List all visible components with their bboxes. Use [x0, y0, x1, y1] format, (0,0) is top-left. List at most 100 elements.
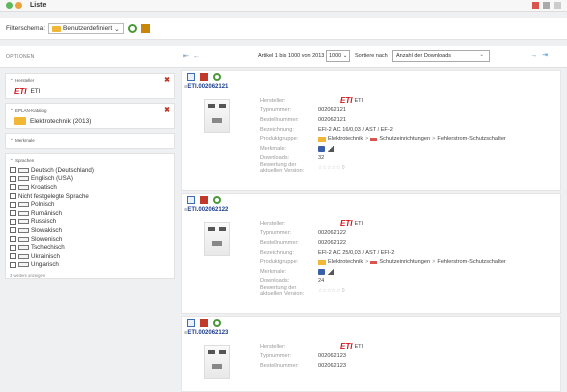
product-id[interactable]: ⊞ETI.002062122	[184, 207, 228, 213]
order-number-value: 002062121	[318, 116, 346, 123]
window-title: Liste	[30, 2, 47, 9]
breadcrumb-item[interactable]: Fehlerstrom-Schutzschalter	[437, 136, 505, 142]
remove-filter-icon[interactable]: ✖	[164, 76, 170, 84]
language-item[interactable]: Russisch	[10, 218, 170, 227]
manufacturer-value: ETI	[354, 220, 364, 227]
checkbox[interactable]	[10, 218, 16, 225]
save-filter-icon[interactable]	[140, 24, 150, 33]
close-icon[interactable]	[532, 2, 539, 9]
page-size-value: 1000	[329, 53, 342, 59]
facet-value[interactable]: ETI	[30, 88, 40, 95]
home-icon[interactable]	[15, 2, 22, 9]
details-icon[interactable]	[187, 319, 195, 327]
field-label: Downloads:	[260, 155, 290, 162]
flag-icon	[18, 202, 29, 208]
checkbox[interactable]	[10, 227, 16, 234]
sort-value: Anzahl der Downloads	[396, 53, 452, 59]
language-item[interactable]: Nicht festgelegte Sprache	[10, 192, 170, 201]
status-icon	[6, 2, 13, 9]
breadcrumb-item[interactable]: Schutzeinrichtungen	[379, 136, 430, 142]
facet-languages: ⌃ Sprachen Deutsch (Deutschland) Englisch…	[5, 153, 175, 280]
language-item[interactable]: Kroatisch	[10, 183, 170, 192]
flag-icon	[18, 262, 29, 268]
refresh-icon[interactable]	[213, 196, 221, 204]
field-label: Downloads:	[260, 278, 290, 285]
next-last-nav-icon[interactable]: →⇥	[530, 51, 553, 59]
field-label: Typnummer:	[260, 353, 292, 360]
article-range: Artikel 1 bis 1000 von 2013	[258, 53, 325, 59]
language-item[interactable]: Deutsch (Deutschland)	[10, 166, 170, 175]
details-icon[interactable]	[187, 196, 195, 204]
language-label: Rumänisch	[31, 209, 62, 217]
list-header: OPTIONEN ⇤← Artikel 1 bis 1000 von 2013 …	[0, 46, 567, 68]
facet-value[interactable]: Elektrotechnik (2013)	[30, 118, 91, 125]
language-item[interactable]: Tschechisch	[10, 243, 170, 252]
eti-logo: ETI	[340, 219, 353, 229]
eti-logo: ETI	[340, 96, 353, 106]
refresh-icon[interactable]	[213, 73, 221, 81]
rating-stars[interactable]: ☆☆☆☆☆ 0	[318, 165, 345, 171]
breadcrumb-item[interactable]: Fehlerstrom-Schutzschalter	[437, 259, 505, 265]
macro-icon[interactable]	[200, 73, 208, 81]
title-bar: Liste	[0, 0, 567, 12]
language-item[interactable]: Rumänisch	[10, 209, 170, 218]
checkbox[interactable]	[10, 253, 16, 260]
breadcrumb-item[interactable]: Schutzeinrichtungen	[379, 259, 430, 265]
flag-icon	[18, 253, 29, 259]
type-number-value: 002062122	[318, 230, 346, 237]
field-label: Bestellnummer:	[260, 362, 299, 369]
facet-features[interactable]: ⌃ Merkmale	[5, 133, 175, 149]
language-item[interactable]: Englisch (USA)	[10, 175, 170, 184]
breadcrumb-item[interactable]: Elektrotechnik	[328, 136, 363, 142]
field-label: Produktgruppe:	[260, 136, 299, 143]
language-item[interactable]: Ungarisch	[10, 261, 170, 270]
checkbox[interactable]	[10, 261, 16, 268]
language-item[interactable]: Slowakisch	[10, 226, 170, 235]
designation-value: EFI-2 AC 16/0,03 / AST / EF-2	[318, 126, 393, 133]
facet-title: ⌃ Merkmale	[10, 138, 35, 143]
details-icon[interactable]	[187, 73, 195, 81]
language-label: Kroatisch	[31, 183, 57, 191]
product-id[interactable]: ⊞ETI.002062123	[184, 330, 228, 336]
folder-icon	[52, 25, 62, 32]
checkbox[interactable]	[10, 201, 16, 208]
filter-schema-label: Filterschema:	[6, 25, 46, 32]
checkbox[interactable]	[10, 210, 16, 217]
chart-icon	[327, 145, 334, 152]
first-prev-nav-icon[interactable]: ⇤←	[183, 52, 204, 60]
restore-icon[interactable]	[554, 2, 561, 9]
product-id[interactable]: ⊞ETI.002062121	[184, 84, 228, 90]
filter-schema-select[interactable]: Benutzerdefiniert ⌄	[48, 23, 124, 34]
refresh-icon[interactable]	[213, 319, 221, 327]
checkbox[interactable]	[10, 236, 16, 243]
checkbox[interactable]	[10, 193, 16, 200]
breadcrumb-item[interactable]: Elektrotechnik	[328, 259, 363, 265]
flag-icon	[18, 210, 29, 216]
language-item[interactable]: Polnisch	[10, 200, 170, 209]
facet-manufacturer: ⌃ Hersteller ✖ ETI ETI	[5, 73, 175, 99]
checkbox[interactable]	[10, 175, 16, 182]
macro-icon[interactable]	[200, 196, 208, 204]
filter-sidebar: ⌃ Hersteller ✖ ETI ETI ⌃ EPLAN-Katalog ✖…	[0, 70, 180, 392]
remove-filter-icon[interactable]: ✖	[164, 106, 170, 114]
category-icon	[370, 260, 378, 264]
maximize-icon[interactable]	[543, 2, 550, 9]
show-more-link[interactable]: 3 weitere anzeigen	[6, 273, 174, 278]
sort-select[interactable]: Anzahl der Downloads ⌄	[392, 50, 490, 62]
folder-icon	[14, 117, 26, 125]
page-size-select[interactable]: 1000 ⌄	[326, 50, 351, 62]
rating-stars[interactable]: ☆☆☆☆☆ 0	[318, 288, 345, 294]
checkbox[interactable]	[10, 167, 16, 174]
language-item[interactable]: Ukrainisch	[10, 252, 170, 261]
options-label: OPTIONEN	[6, 54, 35, 60]
product-image	[204, 99, 230, 133]
language-item[interactable]: Slowenisch	[10, 235, 170, 244]
product-list: ⊞ETI.002062121 Hersteller: ETI ETI Typnumme…	[181, 70, 567, 392]
language-label: Slowakisch	[31, 226, 62, 234]
downloads-value: 24	[318, 278, 325, 285]
macro-icon[interactable]	[200, 319, 208, 327]
field-label: Bestellnummer:	[260, 116, 299, 123]
checkbox[interactable]	[10, 184, 16, 191]
refresh-icon[interactable]	[127, 24, 137, 33]
checkbox[interactable]	[10, 244, 16, 251]
